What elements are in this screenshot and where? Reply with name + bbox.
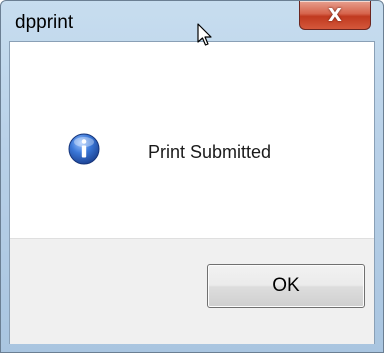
titlebar[interactable]: dpprint X bbox=[1, 1, 383, 41]
window-title: dpprint bbox=[15, 12, 74, 33]
info-icon bbox=[68, 133, 100, 165]
button-bar: OK bbox=[10, 238, 374, 344]
mouse-cursor-icon bbox=[197, 23, 212, 46]
close-icon: X bbox=[328, 4, 342, 26]
dialog-window: dpprint X Print Submitted OK bbox=[0, 0, 384, 353]
message-area: Print Submitted bbox=[10, 42, 374, 238]
close-button[interactable]: X bbox=[299, 1, 371, 30]
dialog-client-area: Print Submitted OK bbox=[9, 41, 375, 344]
ok-button[interactable]: OK bbox=[207, 264, 365, 308]
message-text: Print Submitted bbox=[148, 142, 272, 162]
